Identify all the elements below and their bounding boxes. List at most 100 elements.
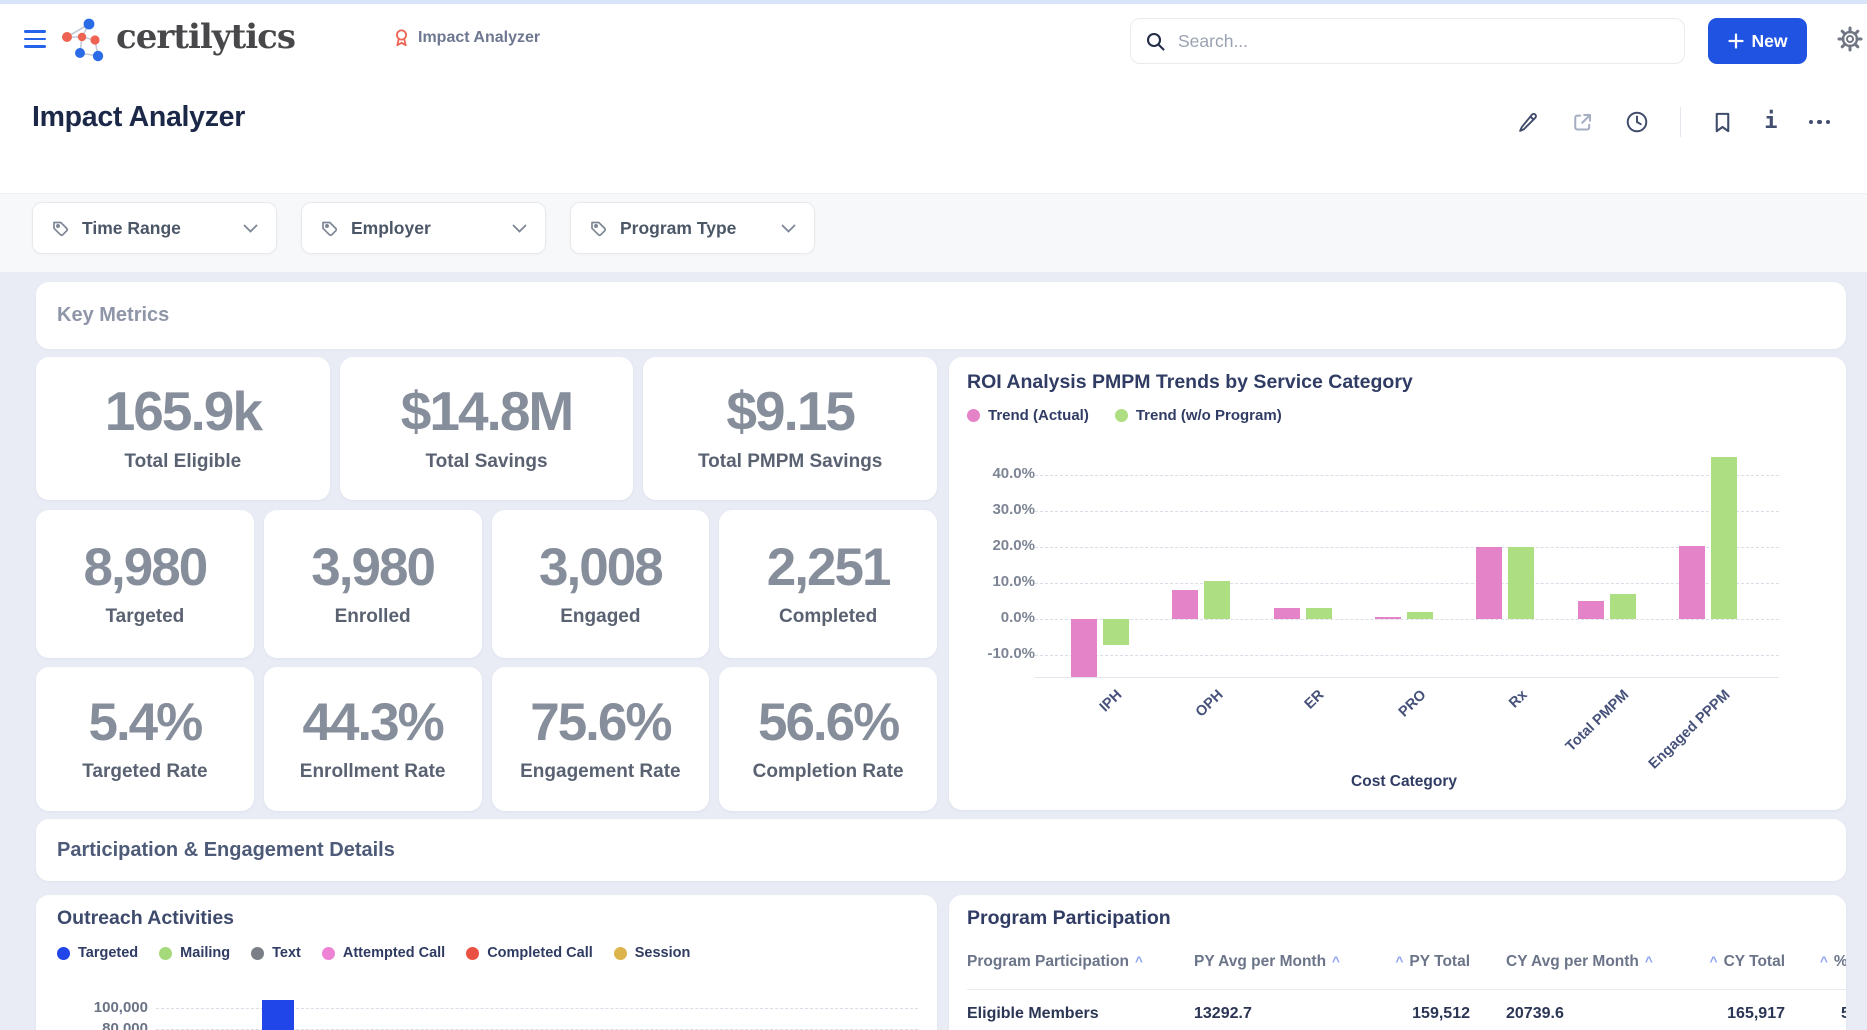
legend-dot [1115, 409, 1128, 422]
column-header--[interactable]: ^% [1785, 953, 1846, 975]
tag-icon [320, 219, 339, 238]
metrics-row-2: 8,980Targeted 3,980Enrolled 3,008Engaged… [36, 510, 937, 658]
legend-attempted-call[interactable]: Attempted Call [322, 945, 445, 961]
metric-label: Enrollment Rate [300, 761, 446, 783]
roi-bar-oph-trend-w-o-program-[interactable] [1204, 581, 1230, 620]
breadcrumb[interactable]: Impact Analyzer [392, 28, 540, 48]
roi-x-category-label: PRO [1395, 687, 1429, 720]
new-button[interactable]: New [1708, 18, 1807, 64]
roi-bar-iph-trend-actual-[interactable] [1071, 619, 1097, 677]
more-options-icon[interactable] [1809, 120, 1831, 125]
metrics-row-3: 5.4%Targeted Rate 44.3%Enrollment Rate 7… [36, 667, 937, 811]
chevron-down-icon [512, 224, 527, 233]
column-label: PY Total [1409, 953, 1470, 970]
search-input[interactable] [1176, 30, 1670, 53]
menu-icon[interactable] [24, 30, 46, 48]
roi-bar-iph-trend-w-o-program-[interactable] [1103, 619, 1129, 644]
sort-caret: ^ [1820, 954, 1828, 969]
certilytics-logo-icon[interactable] [58, 16, 110, 64]
column-header-cy-total[interactable]: ^CY Total [1720, 953, 1785, 975]
dashboard-body: Key Metrics 165.9kTotal Eligible $14.8MT… [0, 272, 1867, 1030]
metric-label: Targeted Rate [82, 761, 207, 783]
legend-completed-call[interactable]: Completed Call [466, 945, 593, 961]
page-toolbar: i [1517, 106, 1830, 138]
metric-card-enrollment-rate: 44.3% Enrollment Rate [264, 667, 482, 811]
roi-bar-er-trend-actual-[interactable] [1274, 608, 1300, 620]
metric-value: $9.15 [726, 384, 854, 439]
metric-card-enrolled: 3,980Enrolled [264, 510, 482, 658]
outreach-y-tick-label: 100,000 [44, 999, 148, 1016]
section-header-key-metrics[interactable]: Key Metrics [36, 282, 1846, 349]
outreach-bar-targeted[interactable] [262, 1000, 294, 1030]
roi-x-category-label: OPH [1193, 687, 1227, 720]
info-icon[interactable]: i [1764, 111, 1777, 133]
metric-label: Engaged [560, 606, 640, 628]
brand-logo[interactable]: certilytics [116, 17, 295, 57]
roi-bar-pro-trend-actual-[interactable] [1375, 617, 1401, 619]
metric-card-engagement-rate: 75.6%Engagement Rate [492, 667, 710, 811]
column-header-program-participation[interactable]: Program Participation^ [967, 953, 1194, 975]
metric-card-total-savings: $14.8MTotal Savings [340, 357, 634, 500]
legend-mailing[interactable]: Mailing [159, 945, 230, 961]
table-divider [967, 989, 1846, 990]
metric-value: 44.3% [302, 696, 442, 749]
roi-bar-total-pmpm-trend-w-o-program-[interactable] [1610, 594, 1636, 619]
legend-label: Session [635, 945, 691, 961]
filter-employer[interactable]: Employer [301, 202, 546, 254]
metric-value: 2,251 [767, 541, 890, 594]
table-header-row: Program Participation^PY Avg per Month^^… [967, 953, 1846, 975]
roi-bar-pro-trend-w-o-program-[interactable] [1407, 612, 1433, 619]
legend-text[interactable]: Text [251, 945, 301, 961]
edit-pencil-icon[interactable] [1517, 111, 1540, 134]
settings-gear-icon[interactable] [1836, 25, 1864, 53]
impact-analyzer-app: certilytics Impact Analyzer New [0, 0, 1867, 1030]
outreach-activities-card: Outreach Activities TargetedMailingTextA… [36, 895, 937, 1030]
table-cell: 56 [1785, 1005, 1846, 1027]
tag-icon [51, 219, 70, 238]
section-title: Participation & Engagement Details [57, 839, 395, 862]
filter-program-type[interactable]: Program Type [570, 202, 815, 254]
table-cell: 159,512 [1406, 1005, 1470, 1027]
history-clock-icon[interactable] [1625, 110, 1649, 134]
filter-bar: Time Range Employer Program Type [0, 193, 1867, 272]
roi-gridline [1035, 475, 1779, 476]
table-cell: 165,917 [1720, 1005, 1785, 1027]
open-external-icon[interactable] [1571, 111, 1594, 134]
bookmark-icon[interactable] [1712, 111, 1733, 134]
legend-session[interactable]: Session [614, 945, 691, 961]
filter-time-range[interactable]: Time Range [32, 202, 277, 254]
filter-label: Employer [351, 218, 431, 239]
metric-label: Total Savings [425, 451, 547, 473]
search-box[interactable] [1130, 18, 1685, 64]
roi-bar-oph-trend-actual-[interactable] [1172, 590, 1198, 620]
legend-label: Attempted Call [343, 945, 445, 961]
legend-trend-wo-program[interactable]: Trend (w/o Program) [1115, 407, 1282, 424]
new-button-label: New [1752, 31, 1788, 52]
roi-y-tick-label: 30.0% [949, 501, 1035, 518]
metric-label: Total Eligible [124, 451, 241, 473]
roi-x-category-label: Engaged PPPM [1646, 687, 1734, 772]
roi-bar-rx-trend-w-o-program-[interactable] [1508, 547, 1534, 619]
legend-label: Mailing [180, 945, 230, 961]
metric-label: Completion Rate [753, 761, 904, 783]
legend-trend-actual[interactable]: Trend (Actual) [967, 407, 1089, 424]
roi-bar-engaged-pppm-trend-w-o-program-[interactable] [1711, 457, 1737, 619]
roi-gridline [1035, 547, 1779, 548]
roi-x-category-label: Rx [1506, 687, 1530, 711]
sort-caret: ^ [1135, 954, 1143, 969]
legend-dot [614, 947, 627, 960]
column-header-cy-avg-per-month[interactable]: CY Avg per Month^ [1470, 953, 1720, 975]
roi-bar-total-pmpm-trend-actual-[interactable] [1578, 601, 1604, 620]
column-header-py-avg-per-month[interactable]: PY Avg per Month^ [1194, 953, 1406, 975]
section-header-participation[interactable]: Participation & Engagement Details [36, 819, 1846, 881]
column-label: PY Avg per Month [1194, 953, 1326, 970]
metric-value: 56.6% [758, 696, 898, 749]
roi-plot-area [1049, 452, 1759, 677]
legend-targeted[interactable]: Targeted [57, 945, 138, 961]
roi-bar-er-trend-w-o-program-[interactable] [1306, 608, 1332, 620]
column-header-py-total[interactable]: ^PY Total [1406, 953, 1470, 975]
roi-x-axis-labels: IPHOPHERPRORxTotal PMPMEngaged PPPM [1049, 687, 1759, 775]
roi-bar-engaged-pppm-trend-actual-[interactable] [1679, 546, 1705, 620]
roi-bar-rx-trend-actual-[interactable] [1476, 547, 1502, 619]
metric-label: Engagement Rate [520, 761, 680, 783]
